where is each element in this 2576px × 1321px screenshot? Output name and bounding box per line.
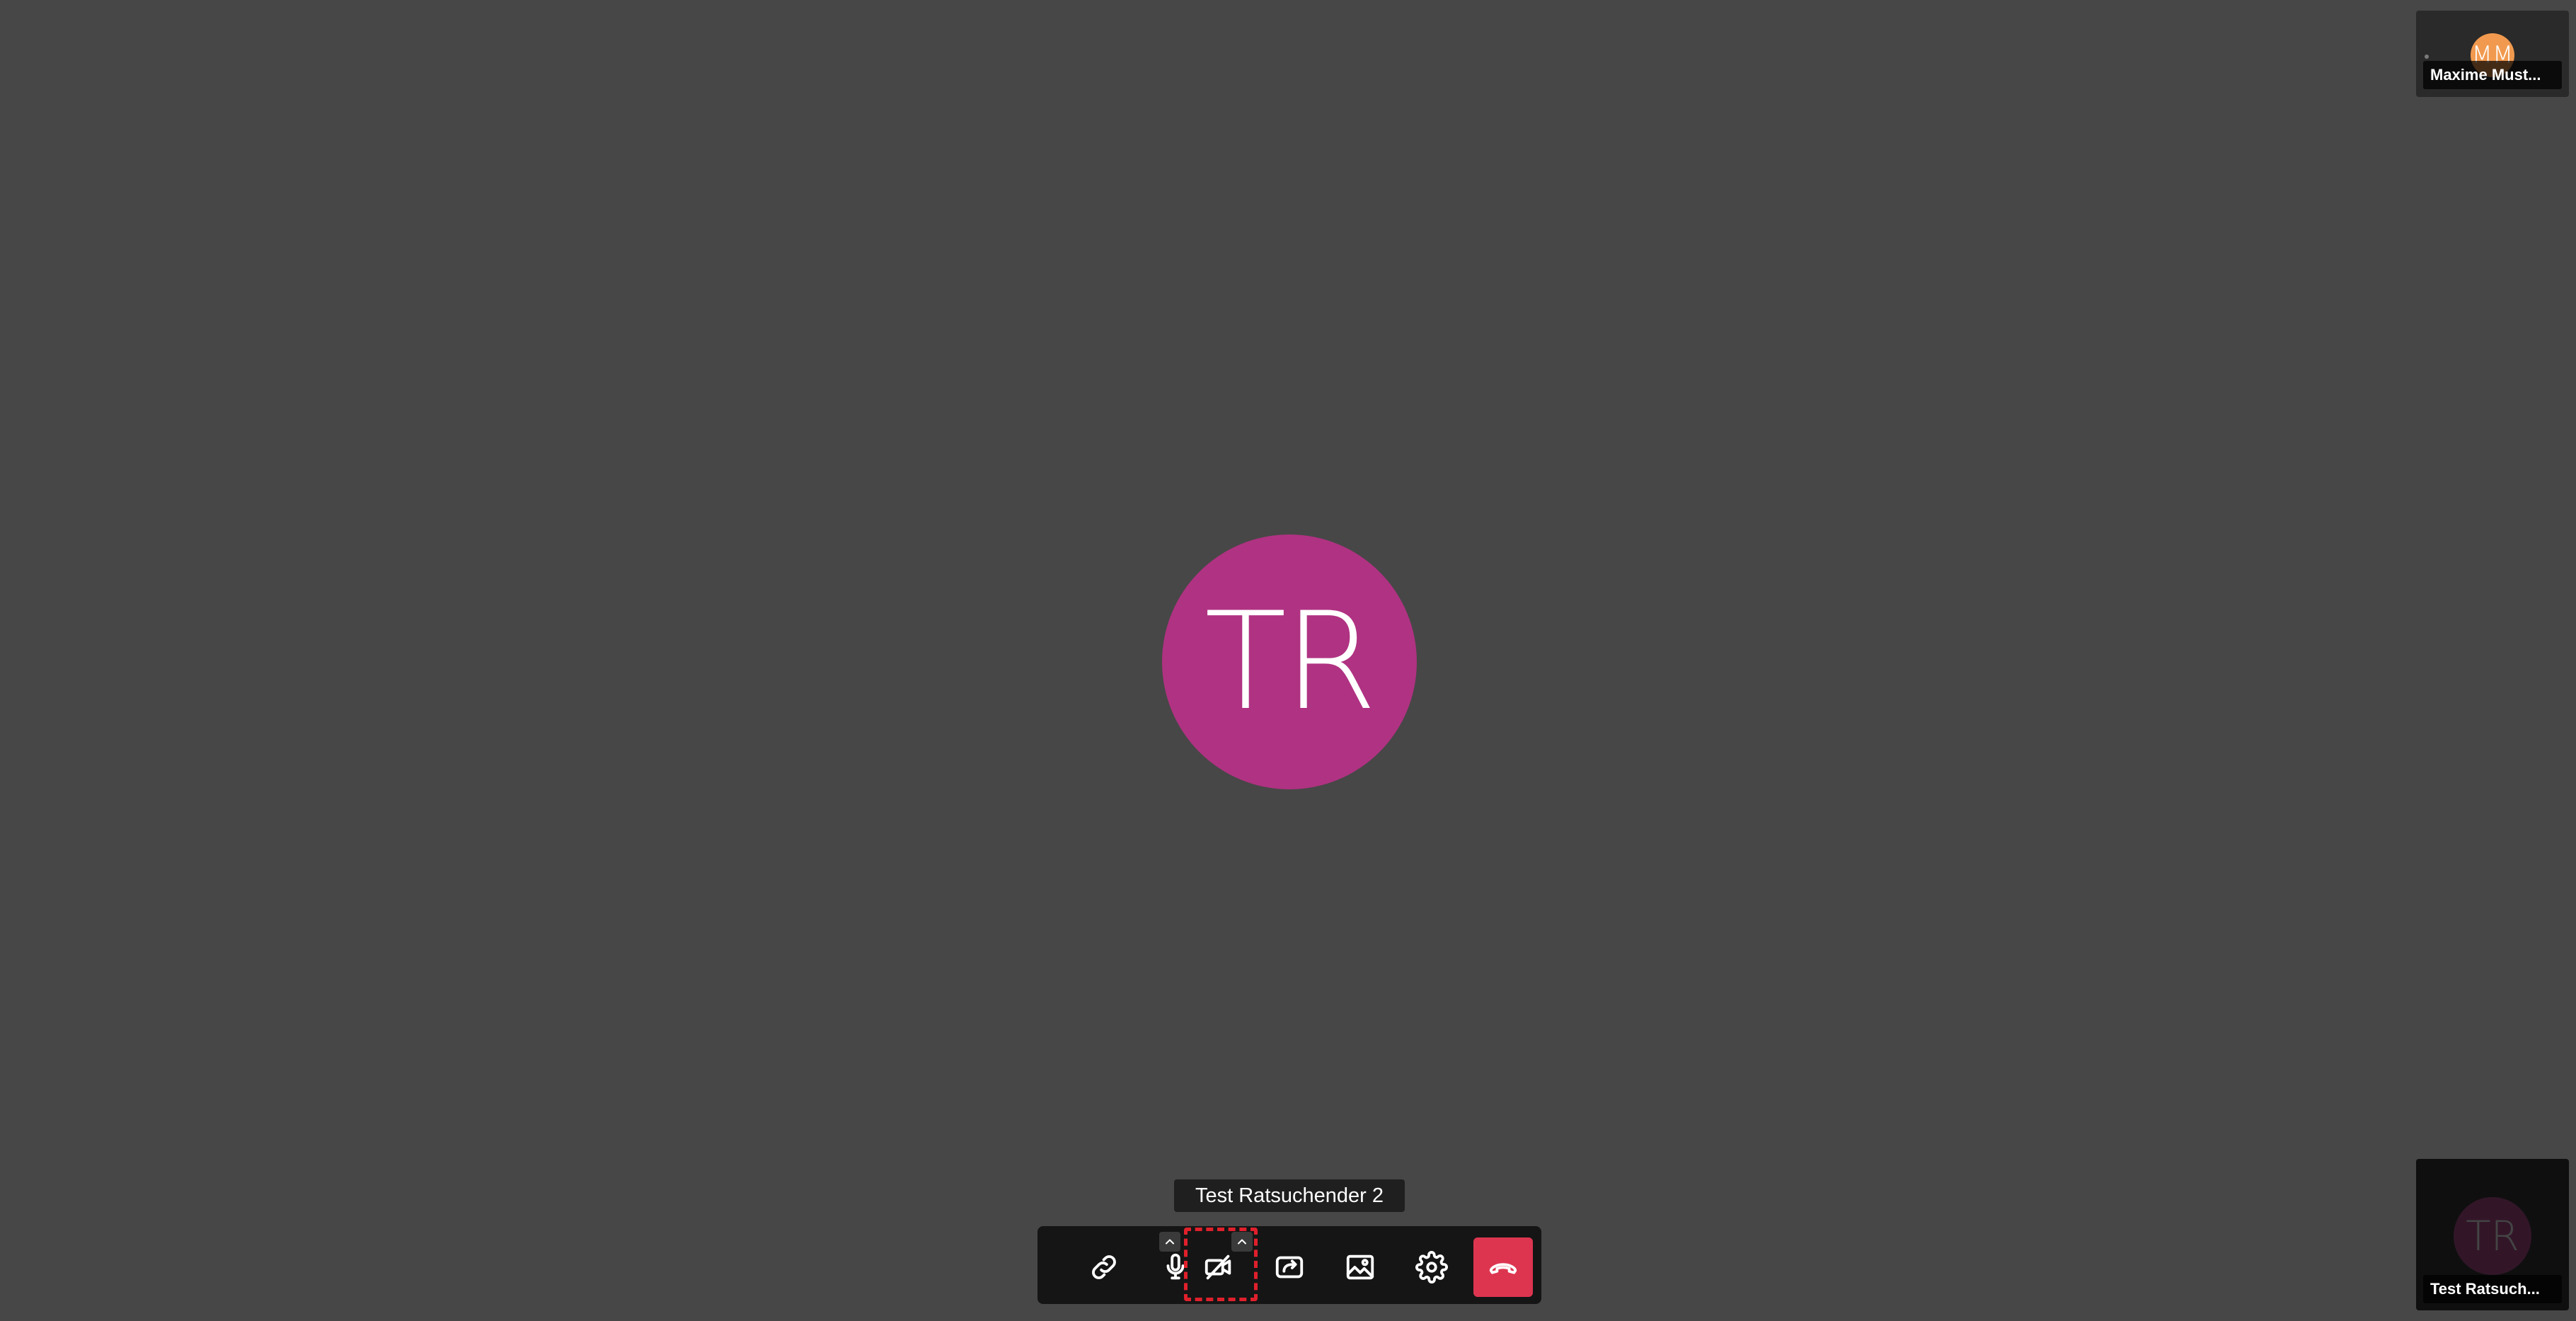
participant-tile-self[interactable]: TR Test Ratsuch...: [2416, 1159, 2569, 1310]
settings-button[interactable]: [1402, 1237, 1461, 1297]
camera-off-icon: [1204, 1254, 1231, 1280]
hangup-icon: [1489, 1263, 1517, 1274]
share-screen-icon: [1275, 1256, 1304, 1279]
gear-icon: [1415, 1251, 1448, 1283]
status-dot-icon: [2425, 55, 2429, 59]
copy-link-button[interactable]: [1074, 1237, 1134, 1297]
hang-up-button[interactable]: [1473, 1237, 1533, 1297]
link-icon: [1092, 1255, 1116, 1279]
participant-name-tooltip: Test Ratsuchender 2: [1174, 1179, 1405, 1212]
participant-name-label: Test Ratsuch...: [2423, 1275, 2562, 1303]
microphone-options-caret[interactable]: [1159, 1232, 1180, 1252]
call-toolbar: [1037, 1226, 1541, 1304]
main-participant-avatar: TR: [1162, 534, 1417, 789]
chevron-up-icon: [1166, 1239, 1174, 1245]
participant-name-label: Maxime Must...: [2423, 61, 2562, 89]
participant-avatar: TR: [2454, 1197, 2531, 1275]
camera-options-caret[interactable]: [1231, 1232, 1253, 1252]
microphone-icon: [1166, 1253, 1185, 1280]
background-image-icon: [1346, 1254, 1374, 1280]
share-screen-button[interactable]: [1260, 1237, 1319, 1297]
chevron-up-icon: [1238, 1239, 1246, 1245]
participant-tile-maxime[interactable]: MM Maxime Must...: [2416, 11, 2569, 97]
main-avatar-initials: TR: [1204, 583, 1377, 740]
participant-initials: TR: [2466, 1212, 2519, 1260]
video-call-stage: TR MM Maxime Must... TR Test Ratsuch... …: [0, 0, 2576, 1321]
background-button[interactable]: [1330, 1237, 1390, 1297]
